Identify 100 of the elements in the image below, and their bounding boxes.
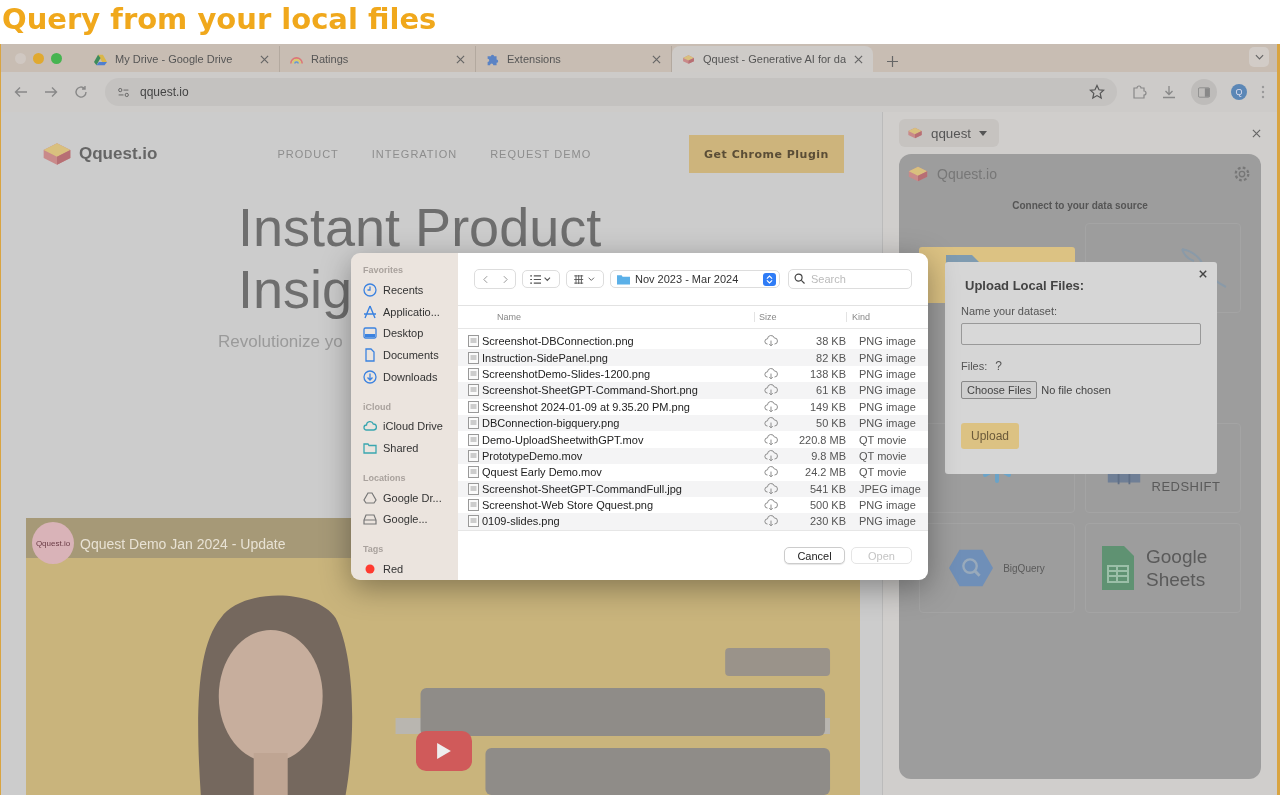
file-row[interactable]: Instruction-SidePanel.png 82 KB PNG image xyxy=(458,349,928,366)
choose-files-button[interactable]: Choose Files xyxy=(961,381,1038,399)
sidebar-item[interactable]: Google... xyxy=(383,513,428,526)
file-row[interactable]: Demo-UploadSheetwithGPT.mov 220.8 MB QT movie xyxy=(458,431,928,448)
file-row[interactable]: Screenshot-SheetGPT-Command-Short.png 61 KB PNG image xyxy=(458,382,928,399)
file-row[interactable]: Qquest Early Demo.mov 24.2 MB QT movie xyxy=(458,464,928,481)
file-name: Screenshot-DBConnection.png xyxy=(482,335,635,348)
zoom-window-icon[interactable] xyxy=(51,52,62,64)
sidebar-item[interactable]: Documents xyxy=(383,348,439,361)
sidebar-item[interactable]: Recents xyxy=(383,283,424,296)
side-panel-button[interactable] xyxy=(1191,79,1217,105)
file-kind: PNG image xyxy=(858,417,917,430)
grid-view-button[interactable] xyxy=(566,270,604,288)
address-bar[interactable]: qquest.io xyxy=(105,78,1117,106)
upload-button[interactable]: Upload xyxy=(961,423,1020,449)
close-icon[interactable] xyxy=(260,54,269,64)
dataset-name-field[interactable] xyxy=(961,323,1201,345)
close-icon[interactable] xyxy=(652,54,661,64)
drive-icon xyxy=(363,512,377,527)
menu-icon[interactable] xyxy=(1261,84,1265,100)
sidebar-section-label: iCloud xyxy=(363,401,392,412)
file-name: PrototypeDemo.mov xyxy=(482,449,584,462)
file-icon xyxy=(468,499,479,512)
back-icon[interactable] xyxy=(13,84,29,100)
file-name: 0109-slides.png xyxy=(482,515,561,528)
file-name: Screenshot-SheetGPT-CommandFull.jpg xyxy=(482,482,683,495)
forward-icon[interactable] xyxy=(43,84,59,100)
file-row[interactable]: 0109-slides.png 230 KB PNG image xyxy=(458,513,928,530)
file-row[interactable]: Screenshot-DBConnection.png 38 KB PNG image xyxy=(458,333,928,350)
close-button[interactable] xyxy=(1199,270,1207,278)
location-dropdown[interactable]: Nov 2023 - Mar 2024 xyxy=(610,270,780,288)
star-icon[interactable] xyxy=(1089,84,1105,100)
plus-icon[interactable] xyxy=(887,56,899,67)
file-size: 149 KB xyxy=(808,400,846,413)
cloud-download-icon[interactable] xyxy=(764,515,778,528)
reload-icon[interactable] xyxy=(73,84,89,100)
chevron-right-icon xyxy=(502,274,508,284)
file-icon xyxy=(468,433,479,446)
cloud-download-icon[interactable] xyxy=(764,400,778,413)
file-size: 50 KB xyxy=(815,417,846,430)
file-size: 61 KB xyxy=(815,384,846,397)
sidebar-section-label: Favorites xyxy=(363,265,405,275)
settings-icon[interactable] xyxy=(1233,165,1251,183)
help-link[interactable]: ? xyxy=(995,359,1002,373)
play-button[interactable] xyxy=(416,731,472,771)
browser-tab[interactable]: Qquest - Generative AI for da xyxy=(672,46,874,72)
cloud-download-icon[interactable] xyxy=(764,384,778,397)
file-name: Instruction-SidePanel.png xyxy=(482,351,609,364)
box-icon xyxy=(682,52,695,66)
close-icon[interactable] xyxy=(456,54,465,64)
cloud-download-icon[interactable] xyxy=(764,499,778,512)
file-kind: PNG image xyxy=(858,351,917,364)
close-icon[interactable] xyxy=(1252,128,1261,138)
file-icon xyxy=(468,351,479,364)
cloud-download-icon[interactable] xyxy=(764,335,778,348)
cloud-download-icon[interactable] xyxy=(764,417,778,430)
file-row[interactable]: Screenshot-Web Store Qquest.png 500 KB PNG image xyxy=(458,496,928,514)
cloud-download-icon[interactable] xyxy=(764,482,778,495)
sidebar-item[interactable]: Shared xyxy=(383,442,419,455)
download-icon[interactable] xyxy=(1161,84,1177,100)
sidebar-item[interactable]: Red xyxy=(383,563,404,576)
file-row[interactable]: DBConnection-bigquery.png 50 KB PNG image xyxy=(458,414,928,432)
stepper-icon xyxy=(763,272,776,286)
file-row[interactable]: Screenshot-SheetGPT-CommandFull.jpg 541 KB JPEG image xyxy=(458,480,928,497)
source-label: REDSHIFT xyxy=(1151,479,1221,494)
file-row[interactable]: ScreenshotDemo-Slides-1200.png 138 KB PNG image xyxy=(458,365,928,383)
file-size: 230 KB xyxy=(808,515,846,528)
close-icon[interactable] xyxy=(854,54,864,64)
file-kind: PNG image xyxy=(858,499,917,512)
dialog-button[interactable]: Cancel xyxy=(784,547,845,564)
file-size: 138 KB xyxy=(808,367,846,380)
tab-search-button[interactable] xyxy=(1249,47,1269,67)
column-header[interactable]: Size xyxy=(754,312,846,322)
cloud-download-icon[interactable] xyxy=(764,433,778,446)
file-name: Screenshot-SheetGPT-Command-Short.png xyxy=(482,384,699,397)
sidebar-item[interactable]: Desktop xyxy=(383,327,424,340)
sidebar-item[interactable]: Google Dr... xyxy=(383,491,442,504)
file-icon xyxy=(468,335,479,348)
logo-text[interactable]: Qquest.io xyxy=(79,144,158,164)
column-header[interactable]: Name xyxy=(497,312,754,322)
cloud-download-icon[interactable] xyxy=(764,466,778,479)
puzzle-icon[interactable] xyxy=(1131,84,1147,100)
file-icon xyxy=(468,466,479,479)
file-row[interactable]: Screenshot 2024-01-09 at 9.35.20 PM.png 149 KB PNG image xyxy=(458,398,928,415)
list-view-button[interactable] xyxy=(522,270,560,288)
cloud-download-icon[interactable] xyxy=(764,449,778,462)
file-status: No file chosen xyxy=(1041,384,1111,396)
apps-icon xyxy=(363,304,377,319)
sidebar-item[interactable]: iCloud Drive xyxy=(383,420,443,433)
column-header[interactable]: Kind xyxy=(846,312,928,322)
file-row[interactable]: PrototypeDemo.mov 9.8 MB QT movie xyxy=(458,447,928,465)
chrome-plugin-button[interactable]: Get Chrome Plugin xyxy=(689,135,844,173)
cloud-download-icon[interactable] xyxy=(764,367,778,380)
extension-selector[interactable]: qquest xyxy=(899,119,1000,147)
file-size: 38 KB xyxy=(815,335,846,348)
search-field[interactable]: Search xyxy=(788,269,912,289)
sidebar-item[interactable]: Applicatio... xyxy=(383,305,440,318)
site-settings-icon[interactable] xyxy=(117,85,130,99)
sidebar-item[interactable]: Downloads xyxy=(383,370,438,383)
file-size: 500 KB xyxy=(808,499,846,512)
